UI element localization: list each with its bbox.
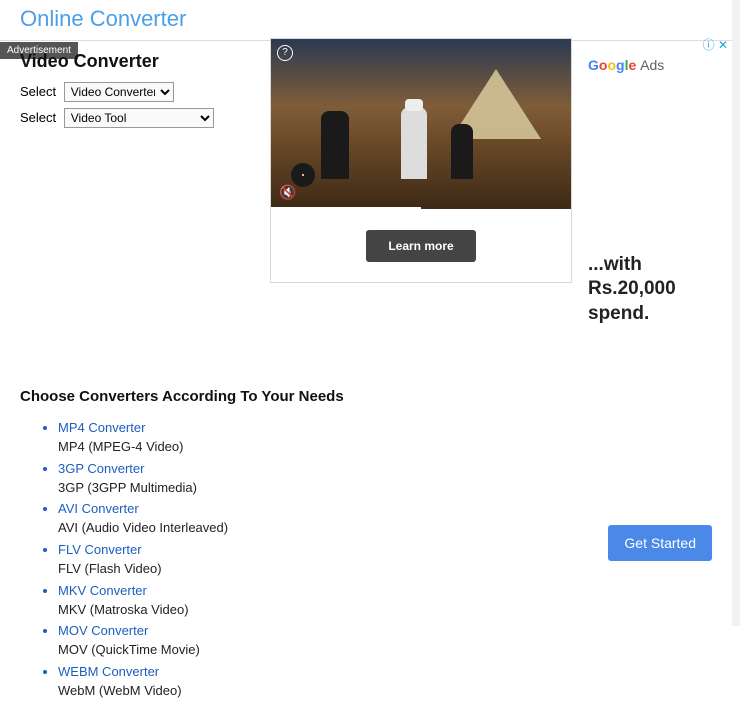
list-item: MOV ConverterMOV (QuickTime Movie): [58, 622, 720, 660]
list-item: MP4 Converter MP4 (MPEG-4 Video): [58, 419, 720, 457]
ad-footer: Learn more: [271, 209, 571, 282]
converter-link[interactable]: AVI Converter: [58, 501, 139, 516]
mute-icon[interactable]: 🔇: [279, 184, 296, 201]
ad-close-icon[interactable]: ✕: [718, 38, 728, 52]
site-title[interactable]: Online Converter: [20, 6, 186, 31]
converter-desc: MKV (Matroska Video): [58, 601, 720, 620]
ad-box: ? 🔇 Learn more: [270, 38, 572, 283]
converter-link[interactable]: FLV Converter: [58, 542, 142, 557]
section-title: Choose Converters According To Your Need…: [20, 388, 720, 405]
ad-progress-bar[interactable]: [271, 207, 421, 209]
tool-select[interactable]: Video Tool: [64, 108, 214, 128]
converter-link[interactable]: WEBM Converter: [58, 664, 159, 679]
converter-desc: WebM (WebM Video): [58, 682, 720, 701]
promo-text: ...with Rs.20,000 spend.: [588, 253, 728, 326]
select-label: Select: [20, 110, 56, 125]
converter-desc: MOV (QuickTime Movie): [58, 641, 720, 660]
converter-link[interactable]: 3GP Converter: [58, 461, 144, 476]
select-label: Select: [20, 84, 56, 99]
header: Online Converter: [0, 0, 740, 41]
ad-figure: [321, 111, 349, 179]
converter-link[interactable]: MKV Converter: [58, 583, 147, 598]
converter-desc: MP4 (MPEG-4 Video): [58, 438, 720, 457]
get-started-button[interactable]: Get Started: [608, 525, 712, 561]
scrollbar-track[interactable]: [732, 0, 740, 626]
ad-figure: [401, 107, 427, 179]
converter-link[interactable]: MP4 Converter: [58, 420, 145, 435]
list-item: WEBM Converter WebM (WebM Video): [58, 663, 720, 701]
sidebar-ad: ⓘ ✕ Google Ads ...with Rs.20,000 spend.: [588, 36, 728, 326]
list-item: MKV Converter MKV (Matroska Video): [58, 582, 720, 620]
converter-select[interactable]: Video Converter: [64, 82, 174, 102]
learn-more-button[interactable]: Learn more: [366, 230, 475, 262]
ad-figure: [451, 124, 473, 179]
list-item: 3GP Converter 3GP (3GPP Multimedia): [58, 460, 720, 498]
converter-desc: 3GP (3GPP Multimedia): [58, 479, 720, 498]
google-ads-logo: Google Ads: [588, 57, 728, 73]
ad-info-icon[interactable]: ⓘ: [703, 38, 715, 52]
ad-controls: ⓘ ✕: [588, 36, 728, 53]
ad-video[interactable]: ? 🔇: [271, 39, 571, 209]
converter-desc: FLV (Flash Video): [58, 560, 720, 579]
info-icon[interactable]: ?: [277, 45, 293, 61]
